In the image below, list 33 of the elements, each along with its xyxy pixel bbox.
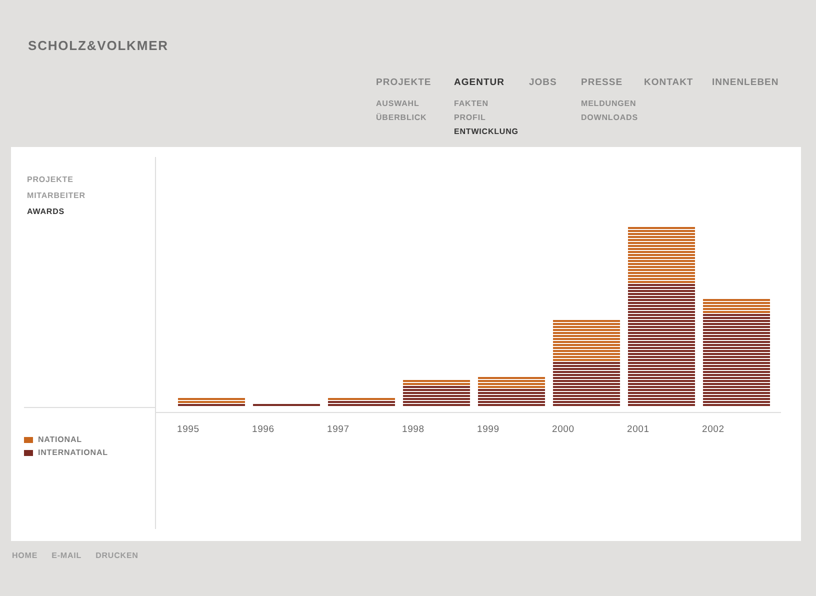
side-menu-link[interactable]: PROJEKTE <box>27 172 74 188</box>
subnav-link[interactable]: ENTWICKLUNG <box>454 125 518 139</box>
legend-label: NATIONAL <box>38 435 82 444</box>
year-label: 2000 <box>552 424 574 435</box>
nav-link[interactable]: PROJEKTE <box>376 77 432 89</box>
year-label: 1998 <box>402 424 424 435</box>
subnav-link[interactable]: PROFIL <box>454 111 486 125</box>
nav-link[interactable]: INNENLEBEN <box>712 77 779 89</box>
subnav-link[interactable]: ÜBERBLICK <box>376 111 427 125</box>
year-label: 2001 <box>627 424 650 435</box>
bar-segment <box>553 361 620 406</box>
nav-link[interactable]: JOBS <box>529 77 557 89</box>
nav-link[interactable]: PRESSE <box>581 77 623 89</box>
footer-link[interactable]: HOME <box>12 551 38 560</box>
footer-link[interactable]: E-MAIL <box>52 551 82 560</box>
year-label: 1996 <box>252 424 274 435</box>
side-menu-link[interactable]: AWARDS <box>27 204 65 220</box>
year-label: 2002 <box>702 424 724 435</box>
side-menu-link[interactable]: MITARBEITER <box>27 188 86 204</box>
nav-link[interactable]: AGENTUR <box>454 77 504 89</box>
footer-link[interactable]: DRUCKEN <box>96 551 138 560</box>
logo[interactable]: SCHOLZ&VOLKMER <box>28 38 168 56</box>
year-label: 1997 <box>327 424 350 435</box>
bar-segment <box>553 319 620 361</box>
subnav-link[interactable]: AUSWAHL <box>376 97 420 111</box>
subnav-link[interactable]: FAKTEN <box>454 97 488 111</box>
legend-label: INTERNATIONAL <box>38 448 108 457</box>
year-label: 1999 <box>477 424 500 435</box>
year-label: 1995 <box>177 424 200 435</box>
bar-segment <box>253 403 320 406</box>
subnav-link[interactable]: MELDUNGEN <box>581 97 636 111</box>
nav-link[interactable]: KONTAKT <box>644 77 694 89</box>
subnav-link[interactable]: DOWNLOADS <box>581 111 638 125</box>
